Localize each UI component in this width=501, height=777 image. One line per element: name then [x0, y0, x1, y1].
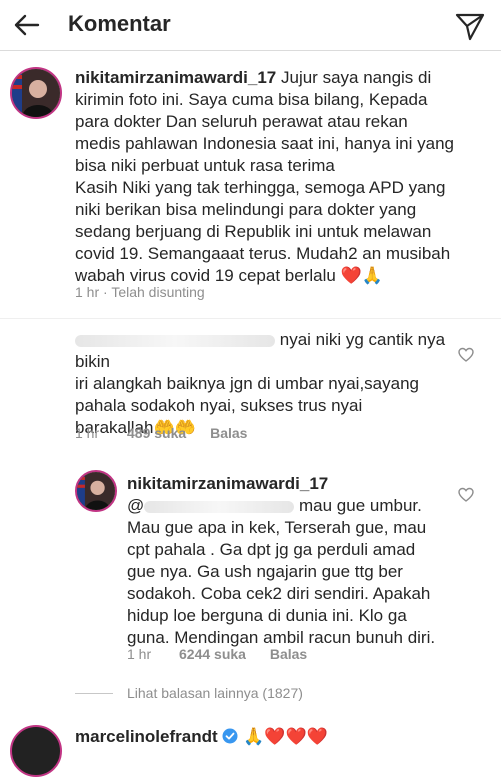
- caption-line: covid 19. Semangaaat terus. Mudah2 an mu…: [75, 244, 451, 263]
- top-bar: Komentar: [0, 0, 501, 51]
- caption-line: nikitamirzanimawardi_17 Jujur saya nangi…: [75, 68, 432, 87]
- reply-line: cpt pahala . Ga dpt jg ga perduli amad: [127, 540, 416, 559]
- comment-username[interactable]: nikitamirzanimawardi_17: [127, 473, 452, 495]
- profile-photo-icon: [77, 472, 115, 510]
- comment-likes[interactable]: 6244 suka: [179, 646, 246, 662]
- comment: nyai niki yg cantik nya bikin iri alangk…: [75, 329, 450, 439]
- blurred-username: [75, 334, 275, 347]
- comment-username[interactable]: marcelinolefrandt: [75, 727, 218, 746]
- reply-comment: nikitamirzanimawardi_17 @ mau gue umbur.…: [127, 473, 452, 649]
- reply-line: gue nya. Ga ush ngajarin gue ttg ber: [127, 562, 403, 581]
- avatar[interactable]: [10, 67, 62, 119]
- divider: [75, 693, 113, 694]
- view-more-replies[interactable]: Lihat balasan lainnya (1827): [127, 685, 303, 701]
- heart-outline-icon[interactable]: [458, 347, 474, 363]
- verified-badge-icon: [222, 728, 238, 744]
- caption-line: bisa niki perbuat untuk rasa terima: [75, 156, 335, 175]
- reply-button[interactable]: Balas: [270, 646, 307, 662]
- comment-username[interactable]: nikitamirzanimawardi_17: [75, 68, 276, 87]
- comment-time: 1 hr: [75, 425, 100, 441]
- comment-meta: 1 hr 489 suka Balas: [75, 425, 247, 441]
- caption-line: para dokter Dan seluruh perawat atau rek…: [75, 112, 408, 131]
- caption-line: kirimin foto ini. Saya cuma bisa bilang,…: [75, 90, 428, 109]
- caption-meta: 1 hr · Telah disunting: [75, 284, 205, 300]
- caption-line: medis pahlawan Indonesia saat ini, hanya…: [75, 134, 454, 153]
- comment-line: pahala sodakoh nyai, sukses trus nyai: [75, 396, 363, 415]
- reply-line: hidup loe berguna di dunia ini. Klo ga: [127, 606, 407, 625]
- reply-line: sodakoh. Coba cek2 diri sendiri. Apakah: [127, 584, 431, 603]
- blurred-mention: [144, 500, 295, 513]
- comment-time: 1 hr: [127, 646, 152, 662]
- reply-line: Mau gue apa in kek, Terserah gue, mau: [127, 518, 427, 537]
- comment-line: iri alangkah baiknya jgn di umbar nyai,s…: [75, 374, 419, 393]
- caption-comment: nikitamirzanimawardi_17 Jujur saya nangi…: [75, 67, 495, 287]
- caption-line: sedang berjuang di Republik ini untuk me…: [75, 222, 432, 241]
- caption-line: niki berikan bisa melindungi para dokter…: [75, 200, 417, 219]
- arrow-left-icon[interactable]: [10, 8, 44, 42]
- comment-line: nyai niki yg cantik nya bikin: [75, 330, 446, 371]
- reply-meta: 1 hr 6244 suka Balas: [127, 646, 307, 662]
- caption-line: Kasih Niki yang tak terhingga, semoga AP…: [75, 178, 446, 197]
- profile-photo-icon: [12, 69, 60, 117]
- reply-button[interactable]: Balas: [210, 425, 247, 441]
- paper-plane-icon[interactable]: [454, 10, 486, 42]
- divider: [0, 318, 501, 319]
- avatar[interactable]: [75, 470, 117, 512]
- heart-outline-icon[interactable]: [458, 487, 474, 503]
- mention-prefix: @: [127, 496, 145, 515]
- comment-text: 🙏❤️❤️❤️: [243, 727, 328, 746]
- comment-likes[interactable]: 489 suka: [127, 425, 186, 441]
- reply-line: @ mau gue umbur.: [127, 496, 422, 515]
- page-title: Komentar: [68, 11, 171, 36]
- avatar[interactable]: [10, 725, 62, 777]
